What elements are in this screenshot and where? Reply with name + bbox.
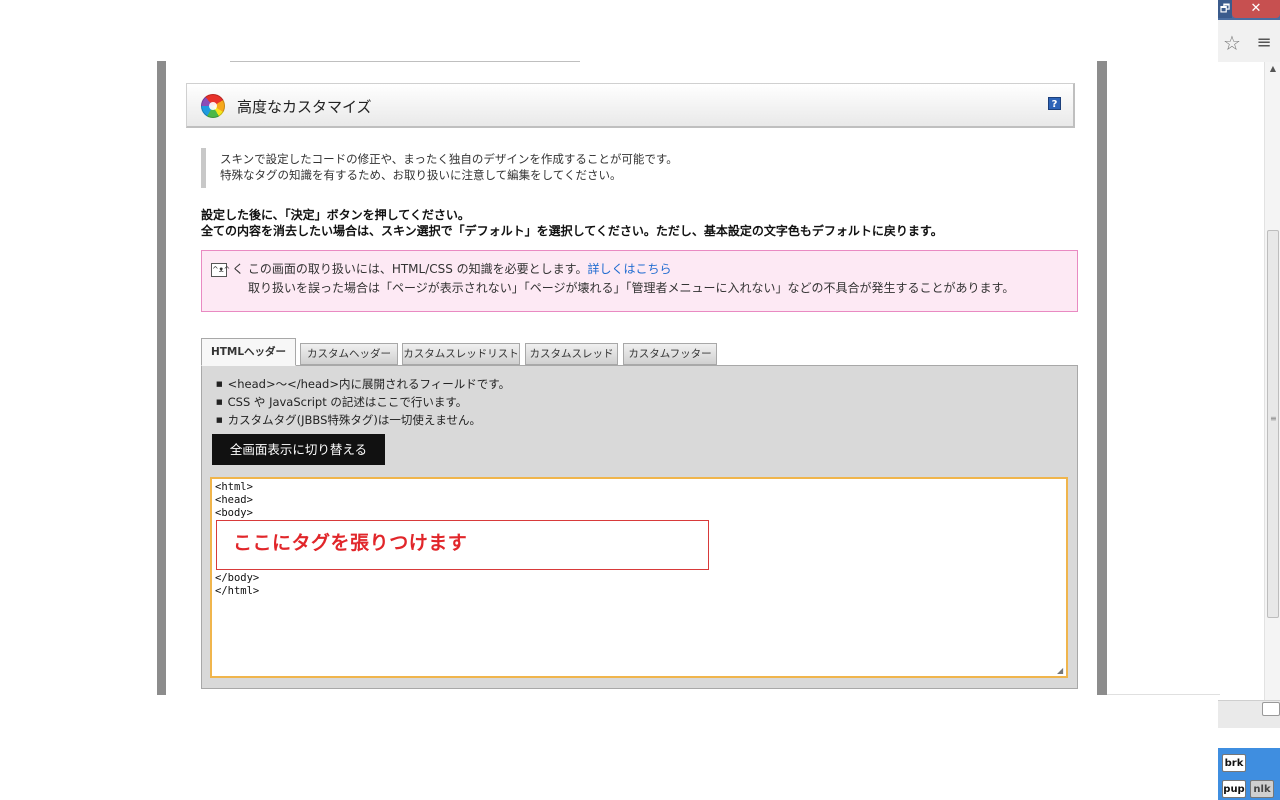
- field-notes-list: <head>〜</head>内に展開されるフィールドです。 CSS や Java…: [216, 376, 510, 430]
- code-editor[interactable]: <html> <head> <body> ここにタグを張りつけます </body…: [210, 477, 1068, 678]
- tab-custom-thread[interactable]: カスタムスレッド: [525, 343, 618, 365]
- fullscreen-toggle-button[interactable]: 全画面表示に切り替える: [212, 434, 385, 465]
- note-line-1: スキンで設定したコードの修正や、まったく独自のデザインを作成することが可能です。: [220, 152, 678, 166]
- scrollbar-thumb[interactable]: ≡: [1267, 230, 1279, 618]
- color-palette-icon: [201, 94, 225, 118]
- note-line-2: 特殊なタグの知識を有するため、お取り扱いに注意して編集をしてください。: [220, 168, 622, 182]
- paste-here-annotation: ここにタグを張りつけます: [216, 520, 709, 570]
- warning-line-1: く この画面の取り扱いには、HTML/CSS の知識を必要とします。詳しくはこち…: [232, 260, 672, 277]
- warning-face-icon: ^ᴥ^: [211, 263, 230, 277]
- instructions: 設定した後に、「決定」ボタンを押してください。 全ての内容を消去したい場合は、ス…: [201, 207, 943, 239]
- details-link[interactable]: 詳しくはこちら: [587, 262, 671, 276]
- scroll-up-arrow-icon[interactable]: ▲: [1265, 62, 1280, 76]
- instruction-line-2: 全ての内容を消去したい場合は、スキン選択で「デフォルト」を選択してください。ただ…: [201, 224, 943, 238]
- resize-handle-icon[interactable]: ◢: [1057, 667, 1065, 675]
- tab-panel: <head>〜</head>内に展開されるフィールドです。 CSS や Java…: [201, 365, 1078, 689]
- code-line: </body>: [215, 572, 260, 584]
- browser-menu-icon[interactable]: ≡: [1253, 32, 1275, 54]
- tab-html-header[interactable]: HTMLヘッダー: [201, 338, 296, 366]
- code-line: </html>: [215, 585, 260, 597]
- code-line: <html>: [215, 481, 253, 493]
- close-window-button[interactable]: ✕: [1232, 0, 1280, 18]
- extension-pup-button[interactable]: pup: [1222, 780, 1246, 798]
- section-header: 高度なカスタマイズ ?: [186, 83, 1075, 128]
- restore-window-button[interactable]: 🗗: [1218, 0, 1232, 18]
- tab-custom-thread-list[interactable]: カスタムスレッドリスト: [402, 343, 520, 365]
- vertical-scrollbar[interactable]: ▲ ≡: [1264, 62, 1280, 702]
- window-controls: 🗗 ✕: [1218, 0, 1280, 20]
- extension-nlk-button[interactable]: nlk: [1250, 780, 1274, 798]
- page-title: 高度なカスタマイズ: [237, 98, 372, 116]
- list-item: <head>〜</head>内に展開されるフィールドです。: [216, 376, 510, 394]
- top-divider: [230, 61, 580, 62]
- extension-brk-button[interactable]: brk: [1222, 754, 1246, 772]
- tab-custom-header[interactable]: カスタムヘッダー: [300, 343, 398, 365]
- help-icon[interactable]: ?: [1048, 97, 1061, 110]
- warning-line-2: 取り扱いを誤った場合は「ページが表示されない」「ページが壊れる」「管理者メニュー…: [248, 281, 1015, 295]
- annotation-text: ここにタグを張りつけます: [233, 532, 468, 554]
- list-item: カスタムタグ(JBBS特殊タグ)は一切使えません。: [216, 412, 510, 430]
- bookmark-star-icon[interactable]: ☆: [1221, 32, 1243, 54]
- tab-custom-footer[interactable]: カスタムフッター: [623, 343, 717, 365]
- bottom-bar-field[interactable]: [1262, 702, 1280, 716]
- scrollbar-grip-icon: ≡: [1270, 414, 1277, 423]
- list-item: CSS や JavaScript の記述はここで行います。: [216, 394, 510, 412]
- code-line: <head>: [215, 494, 253, 506]
- instruction-line-1: 設定した後に、「決定」ボタンを押してください。: [201, 208, 470, 222]
- warning-text: く この画面の取り扱いには、HTML/CSS の知識を必要とします。: [232, 262, 588, 276]
- extension-tray: brk pup nlk: [1218, 748, 1280, 800]
- description-note: スキンで設定したコードの修正や、まったく独自のデザインを作成することが可能です。…: [201, 148, 801, 188]
- code-line: <body>: [215, 507, 253, 519]
- warning-box: ^ᴥ^ く この画面の取り扱いには、HTML/CSS の知識を必要とします。詳し…: [201, 250, 1078, 312]
